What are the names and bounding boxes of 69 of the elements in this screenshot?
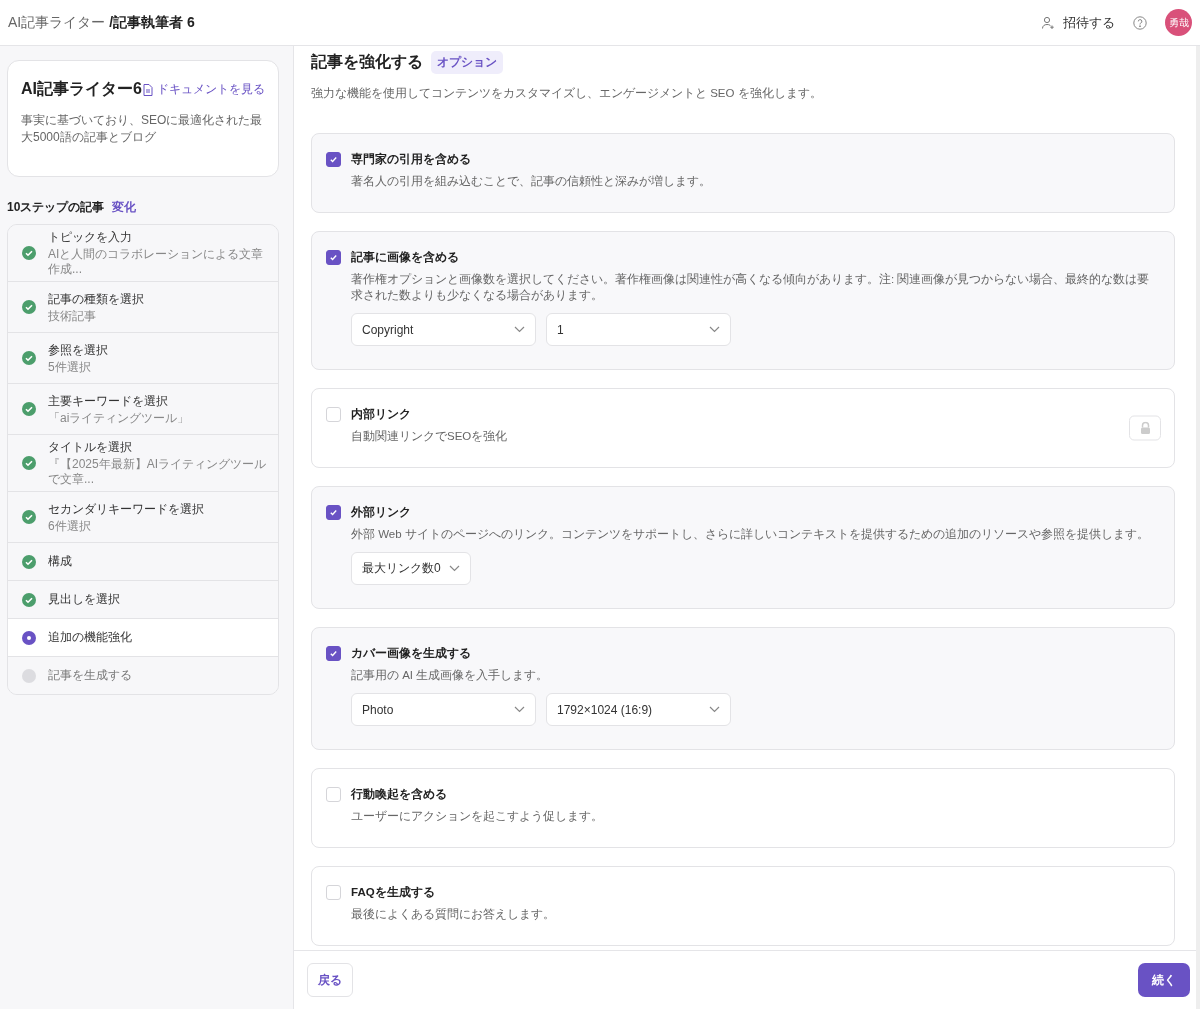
section-title: 記事を強化する (311, 52, 423, 72)
chevron-down-icon (709, 706, 720, 713)
step-label: 参照を選択 (48, 341, 108, 359)
step-detail: 『【2025年最新】AIライティングツールで文章... (48, 457, 268, 487)
checkmark-icon (329, 253, 338, 262)
checkbox[interactable] (326, 646, 341, 661)
back-button[interactable]: 戻る (307, 963, 353, 997)
checkbox[interactable] (326, 250, 341, 265)
step-label: トピックを入力 (48, 229, 133, 246)
document-icon (143, 83, 153, 96)
option-description: 最後によくある質問にお答えします。 (351, 907, 556, 922)
step-detail: 「aiライティングツール」 (48, 410, 190, 426)
docs-link[interactable]: ドキュメントを見る (143, 82, 265, 97)
dropdown-select[interactable]: 1792×1024 (16:9) (546, 693, 731, 726)
help-icon[interactable] (1133, 15, 1147, 30)
breadcrumb-link[interactable]: AI記事ライター (8, 13, 106, 32)
option-description: ユーザーにアクションを起こすよう促します。 (351, 809, 604, 824)
option-title: 記事に画像を含める (351, 250, 460, 266)
dropdown-select[interactable]: 最大リンク数0 (351, 552, 471, 585)
option-title: 専門家の引用を含める (351, 151, 472, 168)
steps-heading: 10ステップの記事 (7, 199, 105, 216)
tool-title: AI記事ライター6 (21, 79, 142, 99)
step-detail: 5件選択 (48, 359, 92, 375)
chevron-down-icon (709, 326, 720, 333)
option-description: 外部 Web サイトのページへのリンク。コンテンツをサポートし、さらに詳しいコンテキストを提供するための追加のリソースや参照を提供します。 (351, 527, 1150, 542)
checkmark-icon (329, 155, 338, 164)
option-title: カバー画像を生成する (351, 646, 472, 662)
lock-button[interactable] (1129, 415, 1161, 441)
checkbox[interactable] (326, 152, 341, 167)
optional-badge: オプション (431, 51, 503, 74)
step-label: セカンダリキーワードを選択 (48, 500, 204, 518)
chevron-down-icon (448, 565, 460, 572)
checkmark-icon (329, 508, 338, 517)
step-label: 主要キーワードを選択 (48, 392, 169, 410)
option-title: 行動喚起を含める (351, 787, 448, 803)
checkmark-icon (329, 649, 338, 658)
tool-description: 事実に基づいており、SEOに最適化された最大5000語の記事とブログ (21, 112, 264, 146)
step-detail: 技術記事 (48, 308, 97, 324)
step-label: タイトルを選択 (48, 439, 133, 456)
step-detail: 6件選択 (48, 518, 92, 534)
option-description: 著作権オプションと画像数を選択してください。著作権画像は関連性が高くなる傾向があります。注: 関連画像が見つからない場合、最終的な数は要求された数よりも少なくなる場合があります。 (351, 272, 1151, 303)
step-detail: AIと人間のコラボレーションによる文章作成... (48, 247, 265, 277)
step-label: 見出しを選択 (48, 591, 120, 608)
option-description: 著名人の引用を組み込むことで、記事の信頼性と深みが増します。 (351, 174, 712, 189)
breadcrumb-current: /記事執筆者 6 (109, 13, 195, 32)
continue-button[interactable]: 続く (1138, 963, 1190, 997)
option-description: 記事用の AI 生成画像を入手します。 (351, 668, 550, 683)
option-description: 自動関連リンクでSEOを強化 (351, 429, 509, 444)
section-subtitle: 強力な機能を使用してコンテンツをカスタマイズし、エンゲージメントと SEO を強化します。 (311, 86, 823, 101)
option-title: 内部リンク (351, 407, 412, 422)
lock-icon (1139, 421, 1151, 435)
step-label: 記事の種類を選択 (48, 290, 144, 308)
user-avatar[interactable]: 勇哉 (1165, 9, 1192, 36)
step-item[interactable]: 追加の機能強化 (8, 618, 278, 656)
invite-button[interactable]: 招待する (1041, 13, 1115, 32)
add-user-icon (1041, 15, 1055, 30)
dropdown-select[interactable]: 1 (546, 313, 731, 346)
option-title: FAQを生成する (351, 885, 436, 901)
step-label: 記事を生成する (48, 667, 132, 684)
chevron-down-icon (514, 326, 525, 333)
option-title: 外部リンク (351, 505, 412, 520)
dropdown-select[interactable]: Copyright (351, 313, 536, 346)
change-link[interactable]: 変化 (112, 199, 137, 216)
step-label: 追加の機能強化 (48, 629, 132, 646)
chevron-down-icon (514, 706, 525, 713)
dropdown-select[interactable]: Photo (351, 693, 536, 726)
checkbox[interactable] (326, 505, 341, 520)
step-label: 構成 (48, 553, 72, 570)
step-item[interactable]: 記事を生成する (8, 656, 278, 694)
